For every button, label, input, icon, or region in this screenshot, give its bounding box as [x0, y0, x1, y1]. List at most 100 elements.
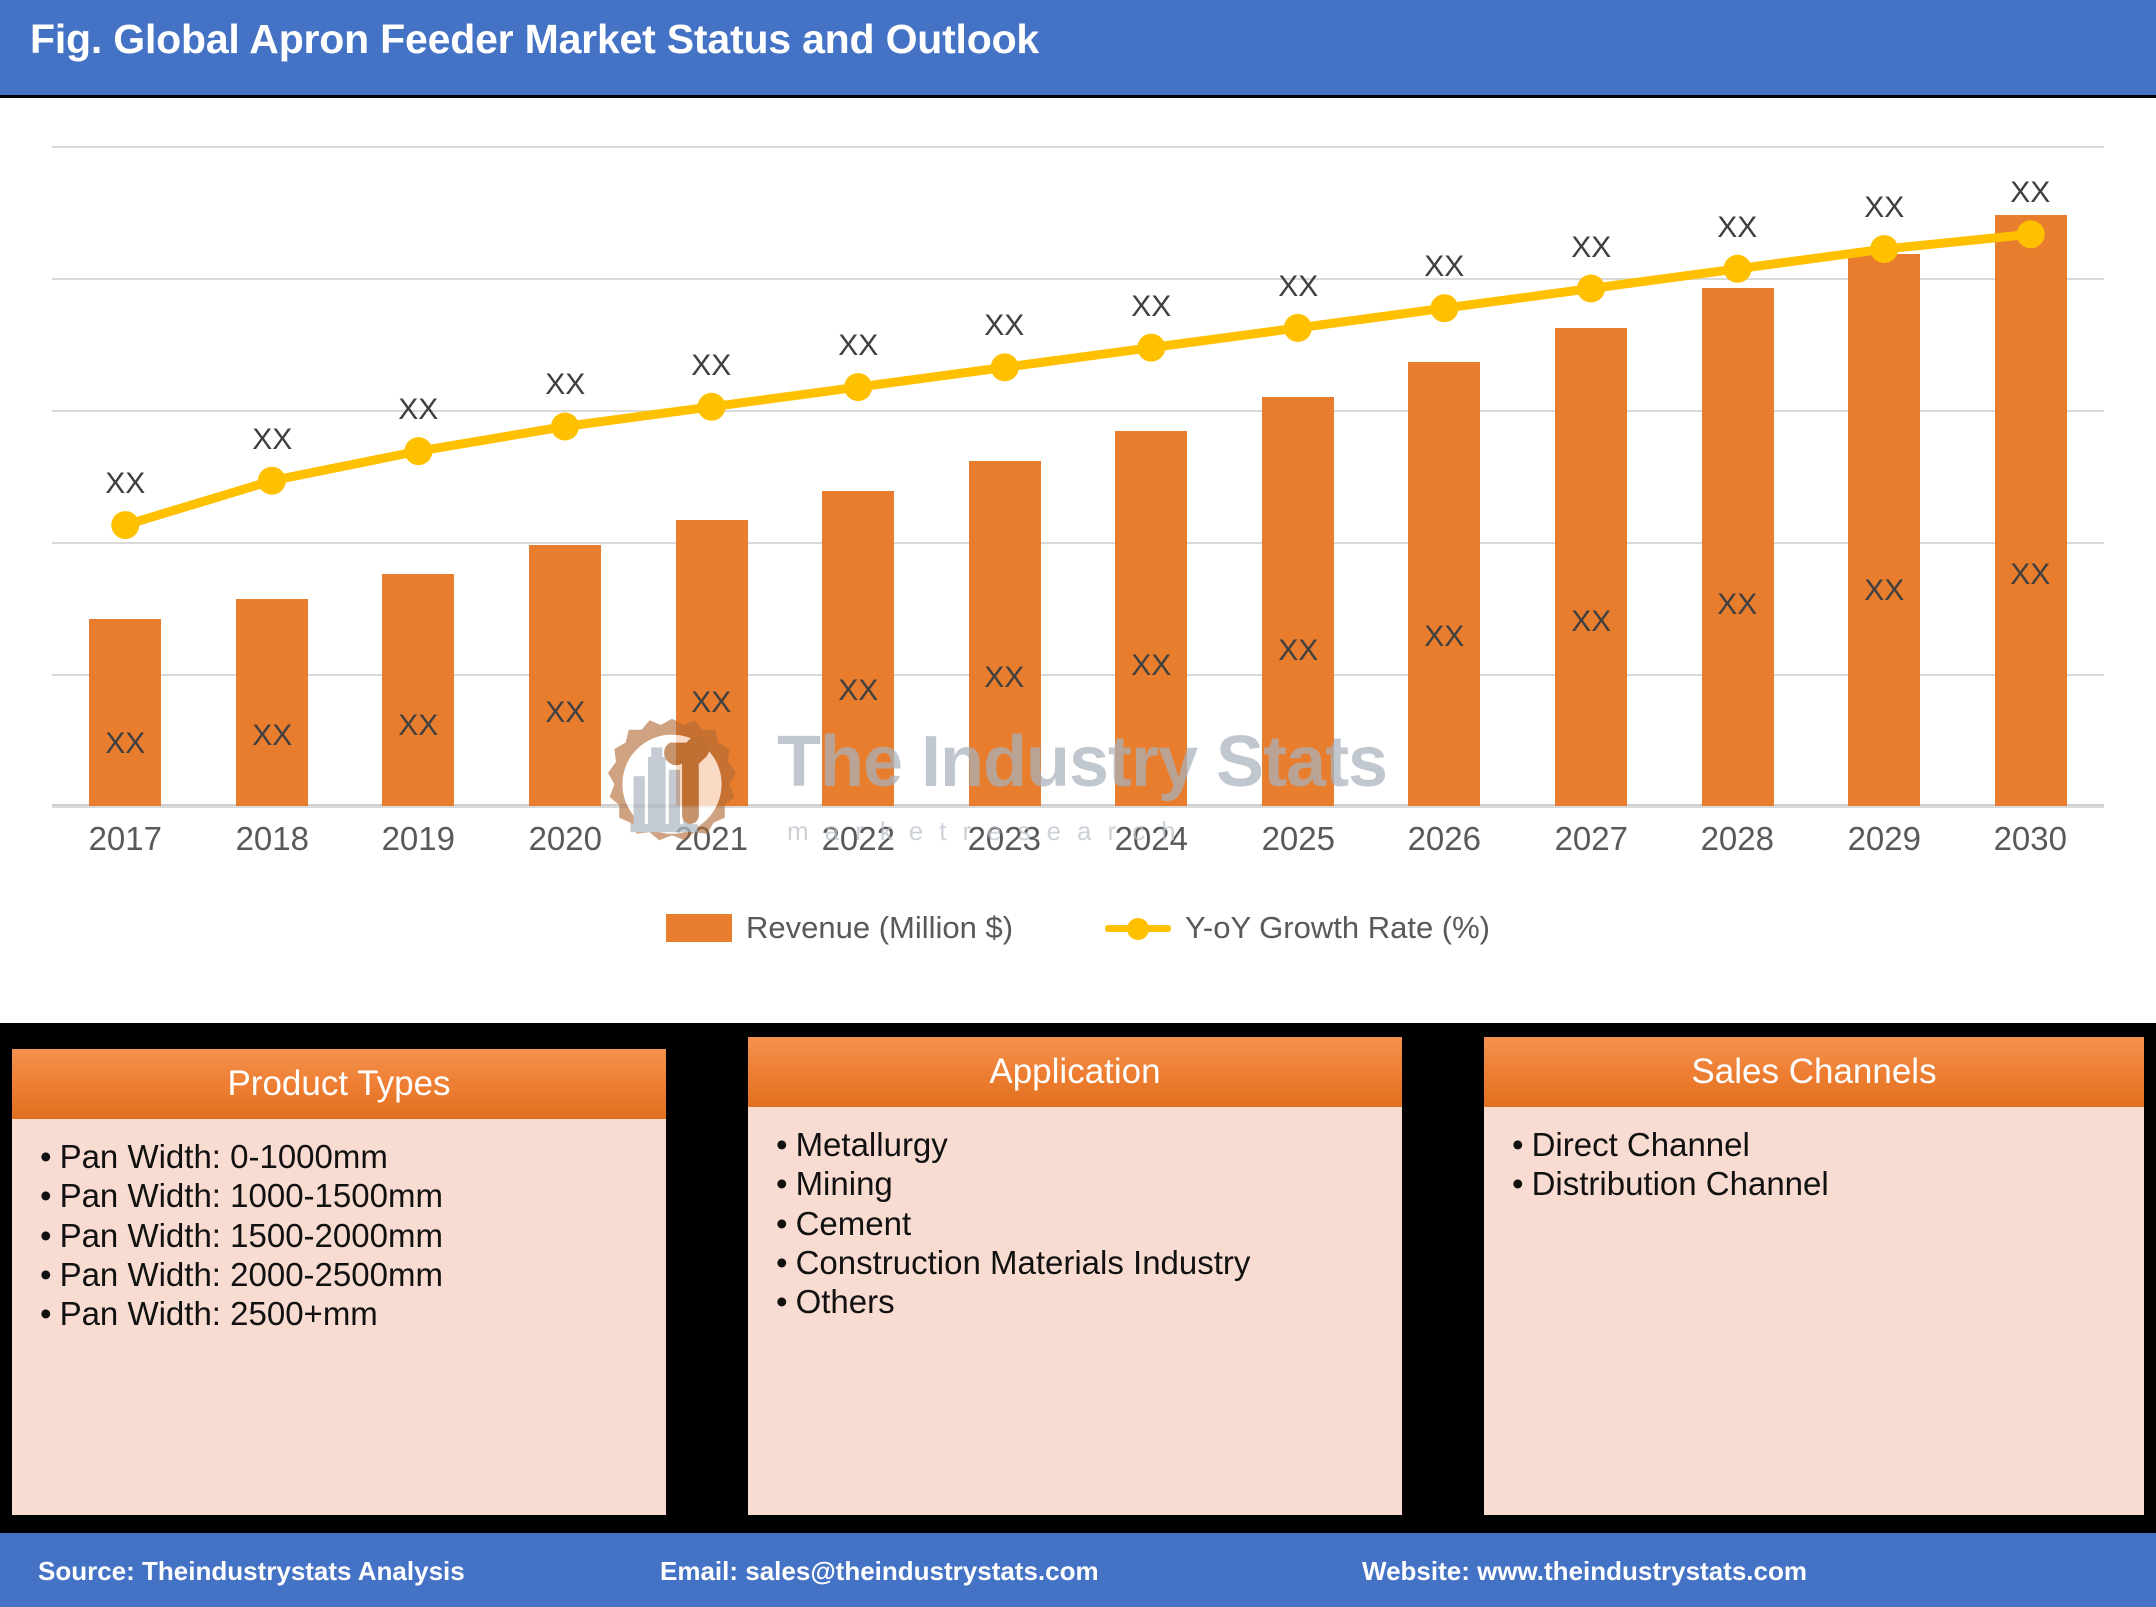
bar-value-label: XX: [1717, 588, 1758, 621]
bullet-icon: •: [40, 1216, 52, 1254]
line-value-label: XX: [1864, 191, 1905, 224]
list-item-label: Construction Materials Industry: [795, 1243, 1251, 1281]
bullet-icon: •: [40, 1177, 52, 1215]
bullet-icon: •: [776, 1165, 788, 1203]
category-label: 2024: [1114, 820, 1188, 857]
line-value-label: XX: [2010, 176, 2051, 209]
bar-value-label: XX: [545, 696, 586, 729]
panel-application-body: • Metallurgy • Mining • Cement • Constructio…: [748, 1107, 1402, 1515]
legend-item[interactable]: Revenue (Million $): [665, 910, 1014, 946]
footer-website: Website: www.theindustrystats.com: [1362, 1556, 1807, 1586]
list-item: • Pan Width: 1500-2000mm: [34, 1216, 666, 1255]
list-item: • Direct Channel: [1506, 1125, 2144, 1164]
list-item: • Pan Width: 0-1000mm: [34, 1137, 666, 1176]
footer-email: Email: sales@theindustrystats.com: [660, 1556, 1099, 1586]
line-marker: [111, 511, 140, 540]
panel-application-title: Application: [989, 1052, 1161, 1091]
legend-bar-swatch-icon: [665, 914, 732, 942]
bar-value-label: XX: [838, 674, 879, 707]
list-item: • Metallurgy: [770, 1125, 1402, 1164]
bullet-icon: •: [1512, 1165, 1524, 1203]
list-item-label: Distribution Channel: [1531, 1165, 1829, 1203]
panel-sales-channels-header: Sales Channels: [1484, 1037, 2144, 1107]
bar-value-label: XX: [105, 727, 146, 760]
legend-label: Revenue (Million $): [745, 910, 1014, 945]
line-value-label: XX: [984, 309, 1025, 342]
footer-bar: Source: Theindustrystats Analysis Email:…: [0, 1530, 2156, 1607]
bar-value-label: XX: [691, 686, 732, 719]
bullet-icon: •: [776, 1126, 788, 1163]
gridline: [52, 806, 2104, 808]
category-label: 2025: [1261, 820, 1335, 857]
list-item-label: Pan Width: 2500+mm: [59, 1295, 378, 1333]
bar-value-label: XX: [2010, 558, 2051, 591]
list-item-label: Mining: [795, 1165, 893, 1203]
chart-card: The Industry Stats marketresearch XX XX XX…: [0, 98, 2156, 1023]
panel-product-types: Product Types • Pan Width: 0-1000mm • Pan …: [12, 1049, 666, 1527]
line-value-label: XX: [1571, 231, 1612, 264]
list-item-label: Pan Width: 1500-2000mm: [59, 1216, 443, 1254]
category-label: 2022: [821, 820, 895, 857]
list-item-label: Pan Width: 2000-2500mm: [59, 1255, 443, 1293]
line-value-label: XX: [398, 393, 439, 426]
list-item-label: Cement: [795, 1204, 912, 1242]
bullet-icon: •: [1512, 1126, 1524, 1163]
category-label: 2023: [967, 820, 1041, 857]
list-item: • Others: [770, 1282, 1402, 1321]
line-marker: [1723, 254, 1752, 283]
line-value-label: XX: [691, 349, 732, 382]
line-marker: [2016, 220, 2045, 249]
list-item-label: Metallurgy: [795, 1126, 948, 1163]
list-item-label: Direct Channel: [1531, 1126, 1750, 1163]
line-marker: [1577, 274, 1605, 303]
panel-product-types-body: • Pan Width: 0-1000mm • Pan Width: 1000-15…: [12, 1119, 666, 1515]
legend-line-marker-icon: [1105, 916, 1172, 940]
category-label: 2027: [1554, 820, 1628, 857]
list-item-label: Pan Width: 0-1000mm: [59, 1138, 388, 1175]
list-item-label: Pan Width: 1000-1500mm: [59, 1177, 443, 1215]
panel-product-types-header: Product Types: [12, 1049, 666, 1119]
bullet-icon: •: [40, 1255, 52, 1293]
bar-value-label: XX: [1571, 605, 1612, 638]
footer-source: Source: Theindustrystats Analysis: [38, 1556, 465, 1586]
bullet-icon: •: [776, 1204, 788, 1242]
list-item: • Construction Materials Industry: [770, 1243, 1402, 1282]
line-marker: [1283, 313, 1312, 342]
category-label: 2021: [674, 820, 748, 857]
panel-application-header: Application: [748, 1037, 1402, 1107]
bar-value-label: XX: [1278, 634, 1319, 667]
panel-application: Application • Metallurgy • Mining • Cement …: [748, 1037, 1402, 1515]
line-marker: [990, 353, 1019, 382]
chart-category-axis: 2017 2018 2019 2020 2021 2022 2023 2024 2025 2026…: [52, 820, 2104, 870]
line-marker: [697, 392, 726, 421]
line-value-label: XX: [838, 329, 879, 362]
line-value-label: XX: [252, 423, 293, 456]
category-label: 2030: [1993, 820, 2067, 857]
bar-value-label: XX: [1864, 574, 1905, 607]
chart-legend: Revenue (Million $) Y-oY Growth Rate (%): [0, 898, 2156, 958]
line-value-label: XX: [1424, 250, 1465, 283]
legend-item[interactable]: Y-oY Growth Rate (%): [1105, 910, 1490, 946]
bar-value-label: XX: [252, 719, 293, 752]
list-item: • Pan Width: 1000-1500mm: [34, 1176, 666, 1215]
line-value-label: XX: [1717, 211, 1758, 244]
bullet-icon: •: [776, 1243, 788, 1281]
bullet-icon: •: [40, 1138, 52, 1175]
legend-label: Y-oY Growth Rate (%): [1185, 910, 1491, 945]
line-marker: [404, 437, 433, 466]
line-value-label: XX: [545, 368, 586, 401]
panel-sales-channels: Sales Channels • Direct Channel • Distribu…: [1484, 1037, 2144, 1515]
bar-value-label: XX: [1131, 649, 1172, 682]
line-value-label: XX: [105, 467, 146, 500]
bar-value-label: XX: [1424, 620, 1465, 653]
line-marker: [1870, 235, 1899, 264]
bar-value-label: XX: [984, 661, 1025, 694]
category-label: 2028: [1700, 820, 1774, 857]
list-item: • Mining: [770, 1164, 1402, 1203]
chart-plot-area: The Industry Stats marketresearch XX XX XX…: [52, 116, 2104, 846]
line-marker: [844, 373, 873, 402]
category-label: 2020: [528, 820, 602, 857]
bullet-icon: •: [40, 1295, 52, 1333]
panel-sales-channels-body: • Direct Channel • Distribution Channel: [1484, 1107, 2144, 1515]
list-item: • Distribution Channel: [1506, 1164, 2144, 1203]
